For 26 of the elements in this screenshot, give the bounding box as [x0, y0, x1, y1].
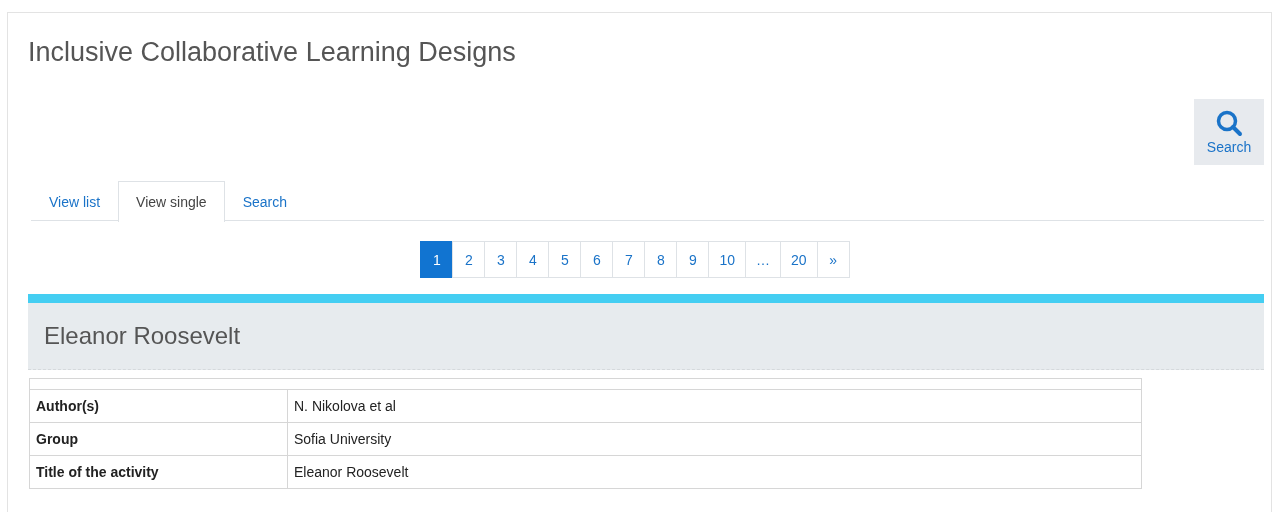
page-link[interactable]: » — [816, 241, 850, 278]
page-link[interactable]: 1 — [420, 241, 454, 278]
page-link[interactable]: 5 — [548, 241, 582, 278]
record-title: Eleanor Roosevelt — [44, 322, 241, 350]
search-button[interactable]: Search — [1194, 99, 1264, 165]
page-link[interactable]: 7 — [612, 241, 646, 278]
field-label: Author(s) — [29, 389, 288, 423]
field-value: Eleanor Roosevelt — [287, 455, 1142, 489]
page-link[interactable]: 10 — [708, 241, 746, 278]
field-label: Group — [29, 422, 288, 456]
page-link[interactable]: 20 — [780, 241, 818, 278]
page-link[interactable]: 4 — [516, 241, 550, 278]
field-value: N. Nikolova et al — [287, 389, 1142, 423]
tab[interactable]: View list — [31, 181, 119, 221]
page-title: Inclusive Collaborative Learning Designs — [27, 36, 517, 69]
page-link[interactable]: 2 — [452, 241, 486, 278]
page-link[interactable]: 9 — [676, 241, 710, 278]
page-link[interactable]: 6 — [580, 241, 614, 278]
field-value: Sofia University — [287, 422, 1142, 456]
page-link[interactable]: 8 — [644, 241, 678, 278]
search-icon — [1215, 109, 1243, 137]
page-link[interactable]: 3 — [484, 241, 518, 278]
field-label: Title of the activity — [29, 455, 288, 489]
tab[interactable]: Search — [224, 181, 305, 221]
page-link[interactable]: … — [745, 241, 781, 278]
tab[interactable]: View single — [118, 181, 225, 222]
